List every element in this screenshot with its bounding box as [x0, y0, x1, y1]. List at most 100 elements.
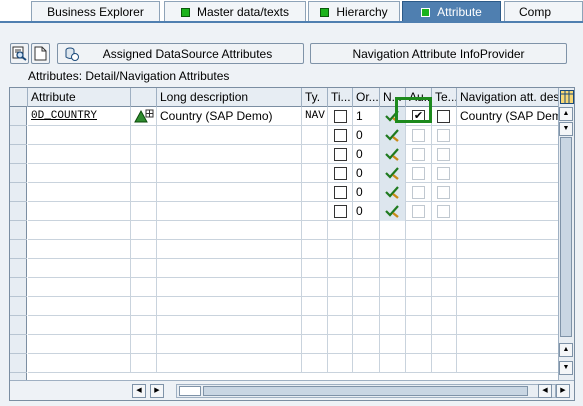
- order-cell[interactable]: [353, 316, 380, 335]
- time-dependent-cell[interactable]: [328, 126, 353, 145]
- authorization-checkbox[interactable]: [412, 205, 425, 218]
- type-cell[interactable]: [302, 145, 328, 164]
- authorization-checkbox[interactable]: [412, 186, 425, 199]
- authorization-cell[interactable]: [406, 335, 432, 354]
- attribute-icon-cell[interactable]: [131, 107, 157, 126]
- scroll-page-up-button[interactable]: ▲: [559, 343, 573, 357]
- attribute-icon-cell[interactable]: [131, 145, 157, 164]
- attribute-cell[interactable]: [28, 297, 131, 316]
- type-cell[interactable]: [302, 240, 328, 259]
- navigation-cell[interactable]: [380, 278, 406, 297]
- text-checkbox[interactable]: [437, 148, 450, 161]
- scroll-right-button[interactable]: ▶: [150, 384, 164, 398]
- long-description-cell[interactable]: [157, 126, 302, 145]
- text-cell[interactable]: [432, 202, 457, 221]
- long-description-cell[interactable]: Country (SAP Demo): [157, 107, 302, 126]
- time-dependent-cell[interactable]: [328, 183, 353, 202]
- authorization-checkbox[interactable]: [412, 129, 425, 142]
- text-cell[interactable]: [432, 145, 457, 164]
- text-checkbox[interactable]: [437, 110, 450, 123]
- navigation-cell[interactable]: [380, 297, 406, 316]
- order-cell[interactable]: [353, 278, 380, 297]
- time-dependent-checkbox[interactable]: [334, 129, 347, 142]
- type-cell[interactable]: [302, 164, 328, 183]
- display-detail-button[interactable]: [10, 43, 29, 64]
- nav-att-description-cell[interactable]: [457, 259, 558, 278]
- time-dependent-cell[interactable]: [328, 297, 353, 316]
- navigation-cell[interactable]: [380, 126, 406, 145]
- column-header-text[interactable]: Te...: [432, 88, 457, 107]
- attribute-cell[interactable]: [28, 221, 131, 240]
- column-header-time-dependent[interactable]: Ti...: [328, 88, 353, 107]
- order-cell[interactable]: 0: [353, 145, 380, 164]
- order-cell[interactable]: [353, 221, 380, 240]
- text-checkbox[interactable]: [437, 205, 450, 218]
- type-cell[interactable]: [302, 278, 328, 297]
- order-cell[interactable]: 0: [353, 126, 380, 145]
- authorization-checkbox[interactable]: [412, 148, 425, 161]
- attribute-icon-cell[interactable]: [131, 183, 157, 202]
- navigation-cell[interactable]: [380, 221, 406, 240]
- time-dependent-cell[interactable]: [328, 202, 353, 221]
- row-selector[interactable]: [10, 354, 27, 373]
- attribute-cell[interactable]: [28, 335, 131, 354]
- authorization-cell[interactable]: [406, 259, 432, 278]
- tab-hierarchy[interactable]: Hierarchy: [308, 1, 400, 22]
- text-cell[interactable]: [432, 278, 457, 297]
- authorization-cell[interactable]: [406, 354, 432, 373]
- authorization-checkbox[interactable]: [412, 167, 425, 180]
- text-cell[interactable]: [432, 259, 457, 278]
- time-dependent-cell[interactable]: [328, 278, 353, 297]
- navigation-attribute-infoprovider-button[interactable]: Navigation Attribute InfoProvider: [310, 43, 567, 64]
- long-description-cell[interactable]: [157, 297, 302, 316]
- order-cell[interactable]: [353, 240, 380, 259]
- order-cell[interactable]: 1: [353, 107, 380, 126]
- column-header-order[interactable]: Or...: [353, 88, 380, 107]
- time-dependent-cell[interactable]: [328, 240, 353, 259]
- long-description-cell[interactable]: [157, 278, 302, 297]
- type-cell[interactable]: [302, 183, 328, 202]
- navigation-cell[interactable]: [380, 354, 406, 373]
- row-selector[interactable]: [10, 259, 27, 278]
- select-all-header[interactable]: [10, 88, 28, 107]
- nav-att-description-cell[interactable]: Country (SAP Demo): [457, 107, 558, 126]
- order-cell[interactable]: 0: [353, 164, 380, 183]
- nav-att-description-cell[interactable]: [457, 164, 558, 183]
- authorization-cell[interactable]: [406, 164, 432, 183]
- authorization-cell[interactable]: [406, 221, 432, 240]
- nav-att-description-cell[interactable]: [457, 126, 558, 145]
- navigation-cell[interactable]: [380, 145, 406, 164]
- row-selector[interactable]: [10, 316, 27, 335]
- row-selector[interactable]: [10, 221, 27, 240]
- scroll-right-end-button[interactable]: ▶: [556, 384, 570, 398]
- type-cell[interactable]: [302, 221, 328, 240]
- time-dependent-checkbox[interactable]: [334, 186, 347, 199]
- type-cell[interactable]: [302, 335, 328, 354]
- authorization-cell[interactable]: [406, 297, 432, 316]
- row-selector[interactable]: [10, 297, 27, 316]
- navigation-cell[interactable]: [380, 259, 406, 278]
- time-dependent-checkbox[interactable]: [334, 205, 347, 218]
- row-selector[interactable]: [10, 126, 27, 145]
- text-checkbox[interactable]: [437, 167, 450, 180]
- authorization-cell[interactable]: [406, 278, 432, 297]
- column-header-nav-att-description[interactable]: Navigation att. description: [457, 88, 558, 107]
- authorization-cell[interactable]: [406, 240, 432, 259]
- row-selector[interactable]: [10, 145, 27, 164]
- attribute-cell[interactable]: [28, 164, 131, 183]
- type-cell[interactable]: [302, 259, 328, 278]
- time-dependent-cell[interactable]: [328, 316, 353, 335]
- type-cell[interactable]: [302, 202, 328, 221]
- text-cell[interactable]: [432, 183, 457, 202]
- long-description-cell[interactable]: [157, 335, 302, 354]
- row-selector[interactable]: [10, 278, 27, 297]
- text-cell[interactable]: [432, 221, 457, 240]
- scroll-bottom-button[interactable]: ▼: [559, 361, 573, 375]
- tab-attribute[interactable]: Attribute: [402, 1, 501, 22]
- attribute-icon-cell[interactable]: [131, 164, 157, 183]
- row-selector[interactable]: [10, 202, 27, 221]
- column-header-icon[interactable]: [131, 88, 157, 107]
- attribute-cell[interactable]: 0D_COUNTRY: [28, 107, 131, 126]
- nav-att-description-cell[interactable]: [457, 354, 558, 373]
- attribute-cell[interactable]: [28, 259, 131, 278]
